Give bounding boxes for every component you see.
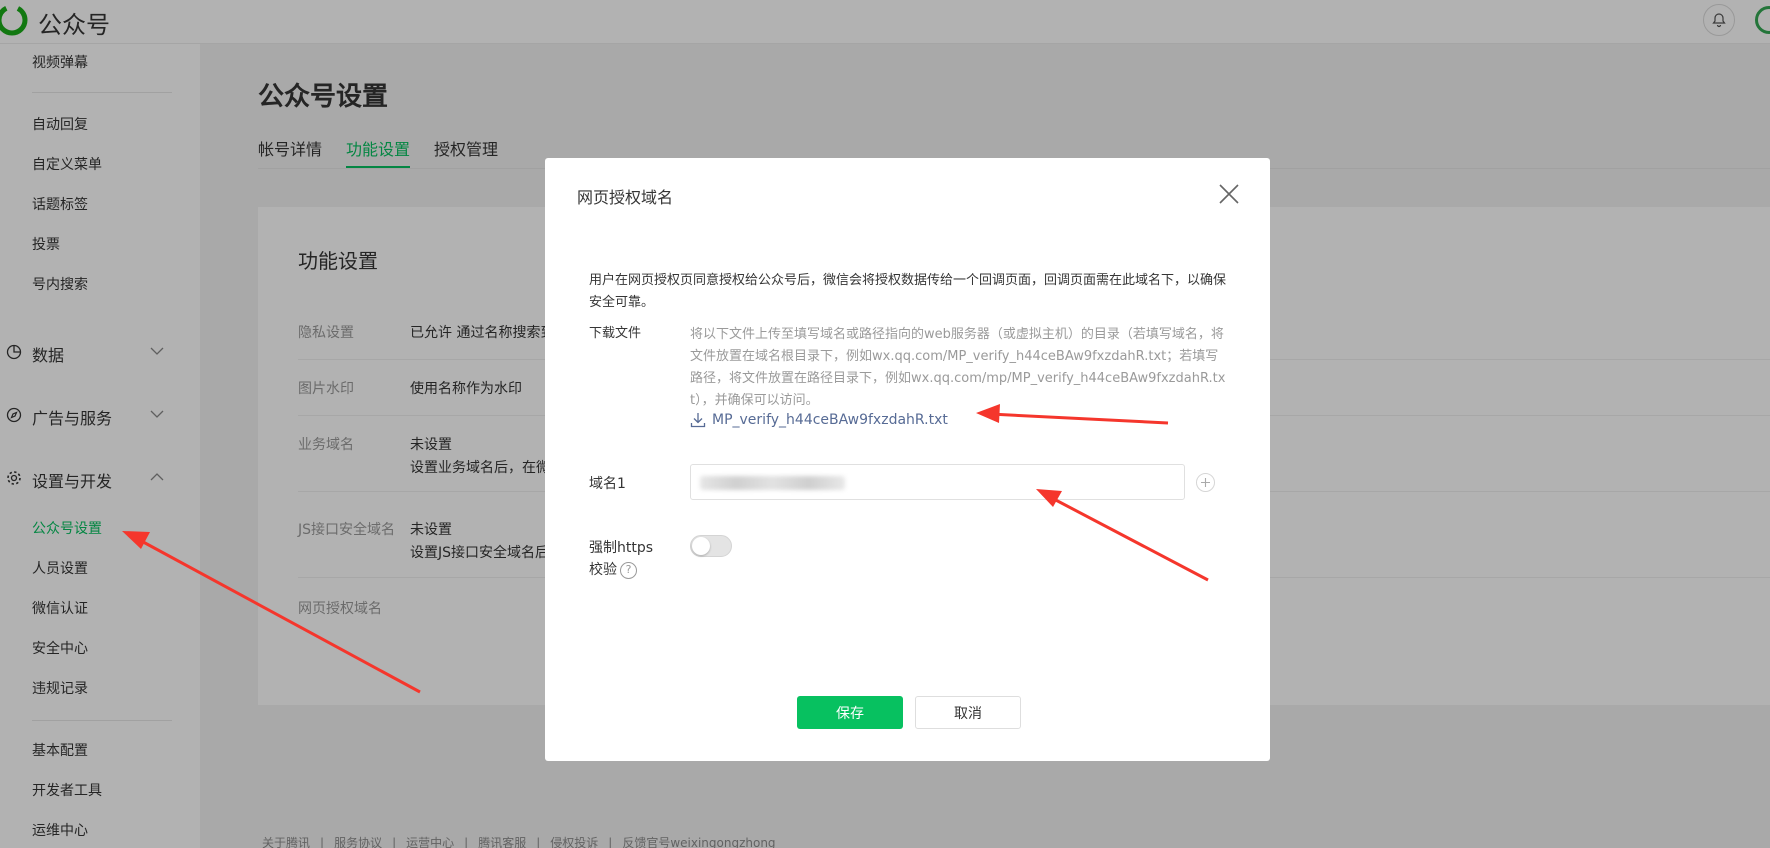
redacted-domain-text xyxy=(700,476,845,490)
toggle-knob xyxy=(692,537,710,555)
force-https-label-line1: 强制https xyxy=(589,540,654,556)
domain-1-label: 域名1 xyxy=(589,476,626,492)
add-domain-button[interactable] xyxy=(1196,473,1215,492)
force-https-toggle[interactable] xyxy=(690,535,732,557)
dialog-description: 用户在网页授权页同意授权给公众号后，微信会将授权数据传给一个回调页面，回调页面需… xyxy=(589,273,1227,310)
save-button[interactable]: 保存 xyxy=(797,696,903,729)
download-instructions: 将以下文件上传至填写域名或路径指向的web服务器（或虚拟主机）的目录（若填写域名… xyxy=(690,327,1226,408)
oauth-domain-dialog: 网页授权域名 用户在网页授权页同意授权给公众号后，微信会将授权数据传给一个回调页… xyxy=(545,158,1270,761)
download-file-label: 下载文件 xyxy=(589,326,642,341)
plus-icon xyxy=(1201,478,1210,487)
close-icon[interactable] xyxy=(1217,182,1241,206)
download-icon xyxy=(690,413,706,428)
dialog-title: 网页授权域名 xyxy=(577,188,674,207)
verify-file-download-link[interactable]: MP_verify_h44ceBAw9fxzdahR.txt xyxy=(690,412,948,428)
force-https-label: 强制https 校验? xyxy=(589,537,669,581)
cancel-button[interactable]: 取消 xyxy=(915,696,1021,729)
verify-file-name: MP_verify_h44ceBAw9fxzdahR.txt xyxy=(712,412,948,428)
help-icon[interactable]: ? xyxy=(620,561,637,579)
force-https-label-line2: 校验 xyxy=(589,562,617,578)
